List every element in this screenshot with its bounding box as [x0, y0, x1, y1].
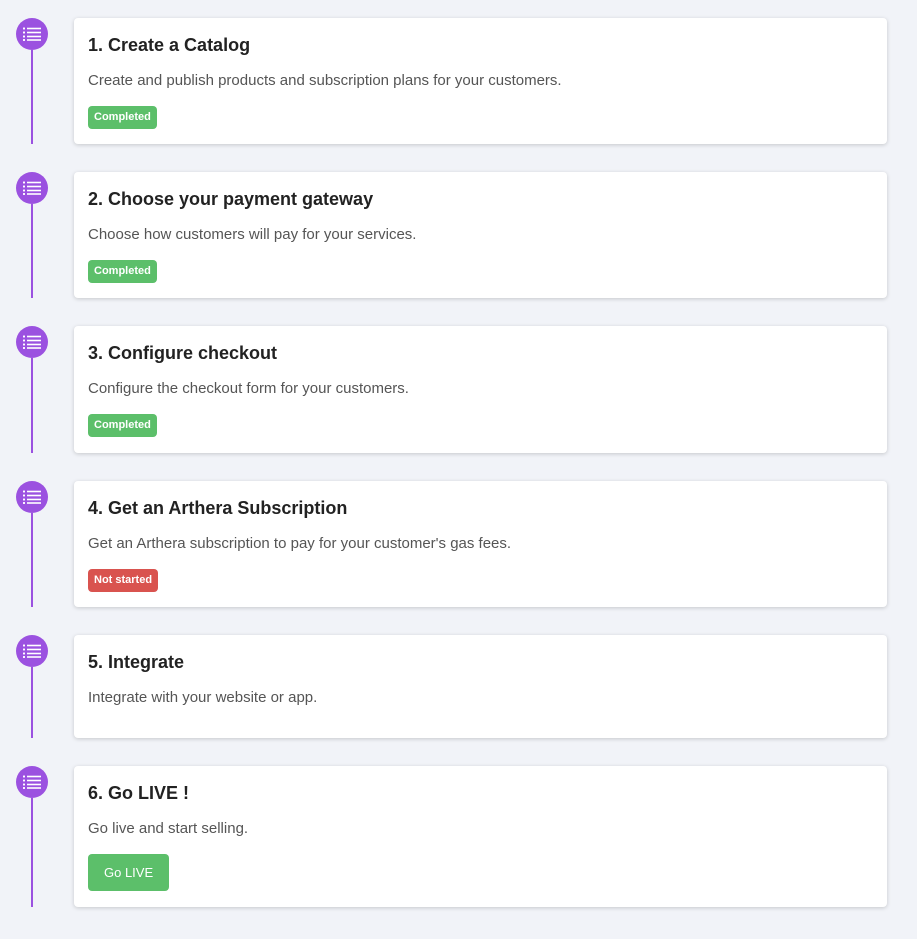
timeline-connector: [31, 667, 33, 738]
step-title: 1. Create a Catalog: [88, 35, 251, 55]
list-icon: [23, 490, 41, 504]
timeline-connector: [31, 50, 33, 144]
status-badge: Completed: [88, 260, 157, 283]
step-card: 6. Go LIVE ! Go live and start selling. …: [74, 766, 887, 907]
timeline-connector: [31, 513, 33, 607]
list-icon: [23, 181, 41, 195]
step-title: 3. Configure checkout: [88, 343, 278, 363]
step-card: 4. Get an Arthera Subscription Get an Ar…: [74, 481, 887, 607]
step-description: Integrate with your website or app.: [88, 689, 318, 706]
timeline-connector: [31, 204, 33, 298]
step-title: 6. Go LIVE !: [88, 783, 190, 803]
timeline-connector: [31, 358, 33, 453]
step-marker: [16, 326, 48, 358]
step-card: 3. Configure checkout Configure the chec…: [74, 326, 887, 453]
status-badge: Not started: [88, 569, 159, 592]
step-marker: [16, 635, 48, 667]
step-title: 5. Integrate: [88, 652, 185, 672]
step-card: 5. Integrate Integrate with your website…: [74, 635, 887, 738]
step-description: Go live and start selling.: [88, 820, 249, 837]
step-marker: [16, 18, 48, 50]
step-marker: [16, 481, 48, 513]
step-card: 2. Choose your payment gateway Choose ho…: [74, 172, 887, 298]
step-description: Configure the checkout form for your cus…: [88, 380, 409, 397]
step-marker: [16, 172, 48, 204]
step-description: Choose how customers will pay for your s…: [88, 226, 417, 243]
list-icon: [23, 775, 41, 789]
step-description: Create and publish products and subscrip…: [88, 72, 562, 89]
step-title: 4. Get an Arthera Subscription: [88, 498, 348, 518]
list-icon: [23, 644, 41, 658]
go-live-button[interactable]: Go LIVE: [88, 854, 170, 891]
step-description: Get an Arthera subscription to pay for y…: [88, 535, 512, 552]
step-title: 2. Choose your payment gateway: [88, 189, 374, 209]
status-badge: Completed: [88, 106, 157, 129]
status-badge: Completed: [88, 414, 157, 437]
timeline-connector: [31, 798, 33, 907]
step-card: 1. Create a Catalog Create and publish p…: [74, 18, 887, 144]
step-marker: [16, 766, 48, 798]
list-icon: [23, 27, 41, 41]
list-icon: [23, 335, 41, 349]
